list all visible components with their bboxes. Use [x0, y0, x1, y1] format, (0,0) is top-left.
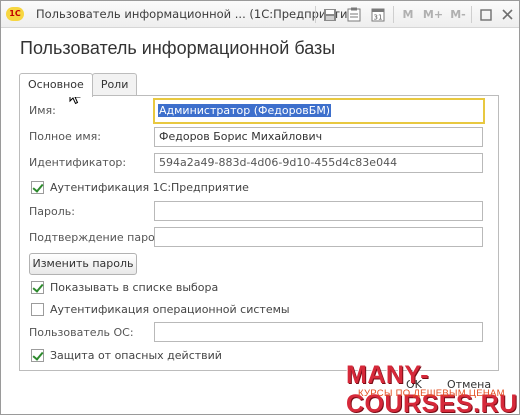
save-icon[interactable]: [321, 6, 339, 23]
restore-icon[interactable]: [477, 6, 495, 23]
watermark-sub-text: КУРСЫ ПО ДЕШЕВЫМ ЦЕНАМ: [358, 388, 505, 399]
calendar-icon[interactable]: 31: [369, 6, 387, 23]
change-password-button[interactable]: Изменить пароль: [29, 253, 137, 275]
memory-plus-button[interactable]: M+: [423, 6, 443, 23]
show-in-list-label: Показывать в списке выбора: [50, 280, 219, 294]
auth-1c-checkbox[interactable]: [31, 180, 44, 194]
tab-main[interactable]: Основное: [19, 73, 93, 97]
user-dialog-window: 1С Пользователь информационной ... (1С:П…: [0, 0, 520, 415]
protection-checkbox-row[interactable]: Защита от опасных действий: [31, 347, 222, 363]
name-field-value: Администратор (ФедоровБМ): [158, 104, 332, 117]
app-logo-icon[interactable]: 1С: [6, 7, 24, 21]
confirm-password-field[interactable]: [154, 227, 483, 247]
clipboard-icon[interactable]: [345, 6, 363, 23]
toolbar-separator: [315, 6, 316, 23]
toolbar-separator: [393, 6, 394, 23]
tab-roles[interactable]: Роли: [91, 73, 138, 96]
title-bar: 1С Пользователь информационной ... (1С:П…: [1, 1, 519, 28]
svg-text:31: 31: [374, 14, 383, 22]
show-in-list-checkbox[interactable]: [31, 280, 44, 294]
close-icon[interactable]: [499, 6, 515, 23]
name-label: Имя:: [29, 104, 56, 117]
confirm-password-label: Подтверждение пароля:: [29, 231, 173, 244]
identifier-label: Идентификатор:: [29, 156, 127, 169]
os-auth-label: Аутентификация операционной системы: [50, 302, 290, 316]
tab-bar: Основное Роли: [19, 73, 138, 97]
os-auth-checkbox[interactable]: [31, 302, 44, 316]
name-field[interactable]: Администратор (ФедоровБМ): [153, 98, 485, 124]
password-field[interactable]: [154, 201, 483, 221]
memory-m-button[interactable]: M: [401, 6, 415, 23]
os-auth-checkbox-row[interactable]: Аутентификация операционной системы: [31, 301, 290, 317]
window-title: Пользователь информационной ... (1С:Пред…: [36, 7, 360, 21]
os-user-field[interactable]: [154, 322, 483, 342]
auth-1c-checkbox-row[interactable]: Аутентификация 1С:Предприятие: [31, 179, 249, 195]
os-user-label: Пользователь ОС:: [29, 326, 134, 339]
identifier-field[interactable]: 594a2a49-883d-4d06-9d10-455d4c83e044: [154, 153, 483, 173]
protection-label: Защита от опасных действий: [50, 348, 222, 362]
password-label: Пароль:: [29, 205, 75, 218]
watermark: MANY-COURSES.RU КУРСЫ ПО ДЕШЕВЫМ ЦЕНАМ: [346, 361, 520, 415]
memory-minus-button[interactable]: M-: [449, 6, 467, 23]
form-title: Пользователь информационной базы: [20, 38, 336, 58]
show-in-list-checkbox-row[interactable]: Показывать в списке выбора: [31, 279, 218, 295]
fullname-label: Полное имя:: [29, 130, 101, 143]
auth-1c-label: Аутентификация 1С:Предприятие: [50, 180, 249, 194]
fullname-field[interactable]: Федоров Борис Михайлович: [154, 127, 483, 147]
protection-checkbox[interactable]: [31, 348, 44, 362]
toolbar-separator: [471, 6, 472, 23]
